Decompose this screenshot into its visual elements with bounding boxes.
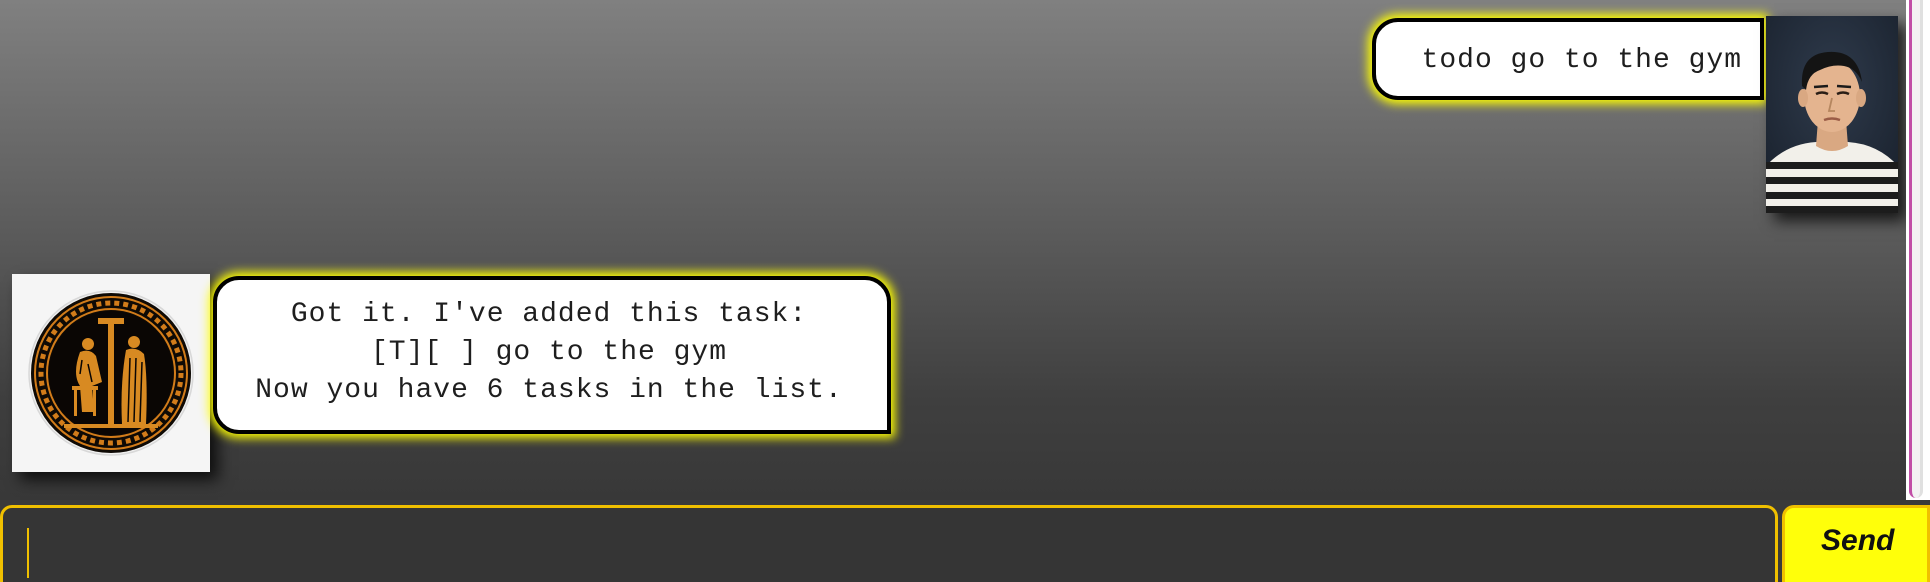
- user-portrait-icon: [1766, 16, 1898, 213]
- bot-message-line-3: Now you have 6 tasks in the list.: [255, 375, 843, 406]
- text-caret: [27, 528, 29, 578]
- user-message-bubble: todo go to the gym: [1372, 18, 1764, 100]
- scrollbar-thumb[interactable]: [1909, 0, 1923, 498]
- bot-message-bubble: Got it. I've added this task: [T][ ] go t…: [213, 276, 891, 434]
- send-button-label: Send: [1821, 524, 1895, 557]
- scrollbar[interactable]: [1906, 0, 1930, 500]
- send-button[interactable]: Send: [1782, 505, 1930, 582]
- message-input-container[interactable]: [0, 505, 1778, 582]
- dialog-container[interactable]: todo go to the gym Got it. I've added th…: [0, 0, 1906, 500]
- bot-avatar: [12, 274, 210, 472]
- chat-window: todo go to the gym Got it. I've added th…: [0, 0, 1930, 582]
- bot-message-line-2: [T][ ] go to the gym: [370, 337, 728, 368]
- user-avatar: [1766, 16, 1898, 213]
- user-message-text: todo go to the gym: [1421, 45, 1742, 76]
- greek-vase-medallion-icon: [28, 290, 194, 456]
- message-input[interactable]: [33, 522, 1757, 582]
- bot-message-line-1: Got it. I've added this task:: [290, 299, 808, 330]
